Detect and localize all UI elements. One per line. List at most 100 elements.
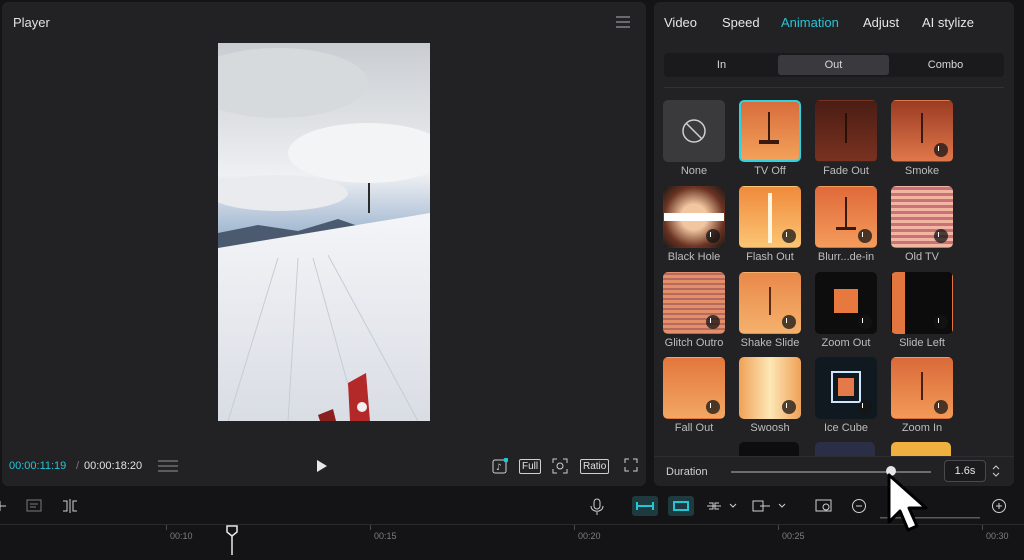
timeline-toolbar — [0, 490, 1024, 526]
tab-speed[interactable]: Speed — [722, 15, 760, 30]
animation-item-tv-off[interactable]: TV Off — [739, 100, 801, 177]
auto-snap-icon[interactable] — [668, 496, 694, 521]
animation-item-swoosh[interactable]: Swoosh — [739, 357, 801, 434]
download-icon[interactable] — [858, 229, 872, 243]
duration-input[interactable]: 1.6s — [944, 460, 986, 482]
item-label: Old TV — [904, 251, 940, 263]
ice-cube-thumbnail — [815, 357, 877, 419]
zoom-in-icon[interactable] — [991, 498, 1007, 519]
link-icon[interactable] — [705, 498, 739, 519]
tiktok-icon[interactable]: ♪ — [492, 457, 509, 477]
animation-item-zoom-out[interactable]: Zoom Out — [815, 272, 877, 349]
ruler-label: 00:30 — [986, 531, 1009, 541]
animation-item-old-tv[interactable]: Old TV — [891, 186, 953, 263]
animation-item-shake-slide[interactable]: Shake Slide — [739, 272, 801, 349]
download-icon[interactable] — [858, 315, 872, 329]
animation-item-flash-out[interactable]: Flash Out — [739, 186, 801, 263]
tv-off-thumbnail — [739, 100, 801, 162]
item-label: Black Hole — [667, 251, 721, 263]
video-preview[interactable] — [218, 43, 430, 421]
animation-item-blurred-fade-in[interactable]: Blurr...de-in — [815, 186, 877, 263]
ruler-label: 00:25 — [782, 531, 805, 541]
tab-ai-stylize[interactable]: AI stylize — [922, 15, 974, 30]
caption-icon[interactable] — [26, 498, 44, 519]
animation-item-ice-cube[interactable]: Ice Cube — [815, 357, 877, 434]
mouse-pointer-icon — [886, 472, 932, 539]
fall-out-thumbnail — [663, 357, 725, 419]
playhead[interactable] — [226, 525, 238, 560]
fullscreen-icon[interactable] — [624, 458, 638, 475]
download-icon[interactable] — [706, 400, 720, 414]
duration-label: Duration — [666, 466, 708, 478]
animation-item-none[interactable]: None — [663, 100, 725, 177]
ruler-tick — [574, 525, 575, 530]
fade-out-thumbnail — [815, 100, 877, 162]
duration-bar: Duration 1.6s — [654, 456, 1014, 486]
animation-item-fall-out[interactable]: Fall Out — [663, 357, 725, 434]
split-icon[interactable] — [61, 498, 79, 519]
item-label: Shake Slide — [740, 337, 800, 349]
play-button[interactable] — [316, 459, 328, 478]
duration-stepper[interactable] — [991, 463, 1001, 479]
current-time: 00:00:11:19 — [9, 460, 67, 472]
player-title: Player — [13, 15, 50, 30]
full-button[interactable]: Full — [519, 459, 542, 474]
ruler-label: 00:10 — [170, 531, 193, 541]
animation-item-glitch-outro[interactable]: Glitch Outro — [663, 272, 725, 349]
item-label: Fall Out — [674, 422, 714, 434]
thumbnail-toggle-icon[interactable] — [815, 498, 833, 519]
download-icon[interactable] — [934, 143, 948, 157]
zoom-in-thumbnail — [891, 357, 953, 419]
time-separator: / — [76, 460, 80, 472]
download-icon[interactable] — [782, 229, 796, 243]
download-icon[interactable] — [782, 315, 796, 329]
ruler-tick — [778, 525, 779, 530]
item-label: Swoosh — [750, 422, 790, 434]
animation-item-black-hole[interactable]: Black Hole — [663, 186, 725, 263]
flash-out-thumbnail — [739, 186, 801, 248]
animation-item-slide-left[interactable]: Slide Left — [891, 272, 953, 349]
fit-screen-icon[interactable] — [552, 458, 568, 477]
property-tabs: Video Speed Animation Adjust AI stylize — [654, 2, 1014, 42]
download-icon[interactable] — [706, 229, 720, 243]
glitch-outro-thumbnail — [663, 272, 725, 334]
segment-combo[interactable]: Combo — [890, 55, 1001, 75]
item-label: Zoom In — [901, 422, 943, 434]
timeline-ruler[interactable]: 00:10 00:15 00:20 00:25 00:30 — [0, 524, 1024, 555]
main-track-magnet-icon[interactable] — [632, 496, 658, 521]
microphone-icon[interactable] — [590, 498, 604, 521]
download-icon[interactable] — [934, 315, 948, 329]
item-label: Blurr...de-in — [817, 251, 875, 263]
segment-in[interactable]: In — [666, 55, 777, 75]
animation-type-segment: In Out Combo — [664, 53, 1004, 77]
next-row-thumbnail — [815, 442, 875, 456]
download-icon[interactable] — [934, 229, 948, 243]
smoke-thumbnail — [891, 100, 953, 162]
download-icon[interactable] — [782, 400, 796, 414]
next-row-thumbnail — [739, 442, 799, 456]
zoom-out-icon[interactable] — [851, 498, 867, 519]
item-label: Smoke — [904, 165, 940, 177]
animation-item-zoom-in[interactable]: Zoom In — [891, 357, 953, 434]
tab-video[interactable]: Video — [664, 15, 697, 30]
tab-animation[interactable]: Animation — [781, 15, 839, 30]
item-label: Ice Cube — [823, 422, 869, 434]
segment-out[interactable]: Out — [778, 55, 889, 75]
grid-icon[interactable] — [158, 459, 178, 478]
ratio-button[interactable]: Ratio — [580, 459, 610, 474]
download-icon[interactable] — [934, 400, 948, 414]
total-time: 00:00:18:20 — [84, 460, 143, 472]
item-label: None — [680, 165, 708, 177]
old-tv-thumbnail — [891, 186, 953, 248]
toolbar-edge-icon[interactable] — [0, 498, 8, 519]
none-thumbnail — [663, 100, 725, 162]
preview-axis-icon[interactable] — [752, 498, 788, 519]
animation-item-smoke[interactable]: Smoke — [891, 100, 953, 177]
tab-adjust[interactable]: Adjust — [863, 15, 899, 30]
slide-left-thumbnail — [891, 272, 953, 334]
download-icon[interactable] — [858, 400, 872, 414]
download-icon[interactable] — [706, 315, 720, 329]
animation-item-fade-out[interactable]: Fade Out — [815, 100, 877, 177]
menu-icon[interactable] — [616, 16, 630, 28]
item-label: Glitch Outro — [664, 337, 724, 349]
